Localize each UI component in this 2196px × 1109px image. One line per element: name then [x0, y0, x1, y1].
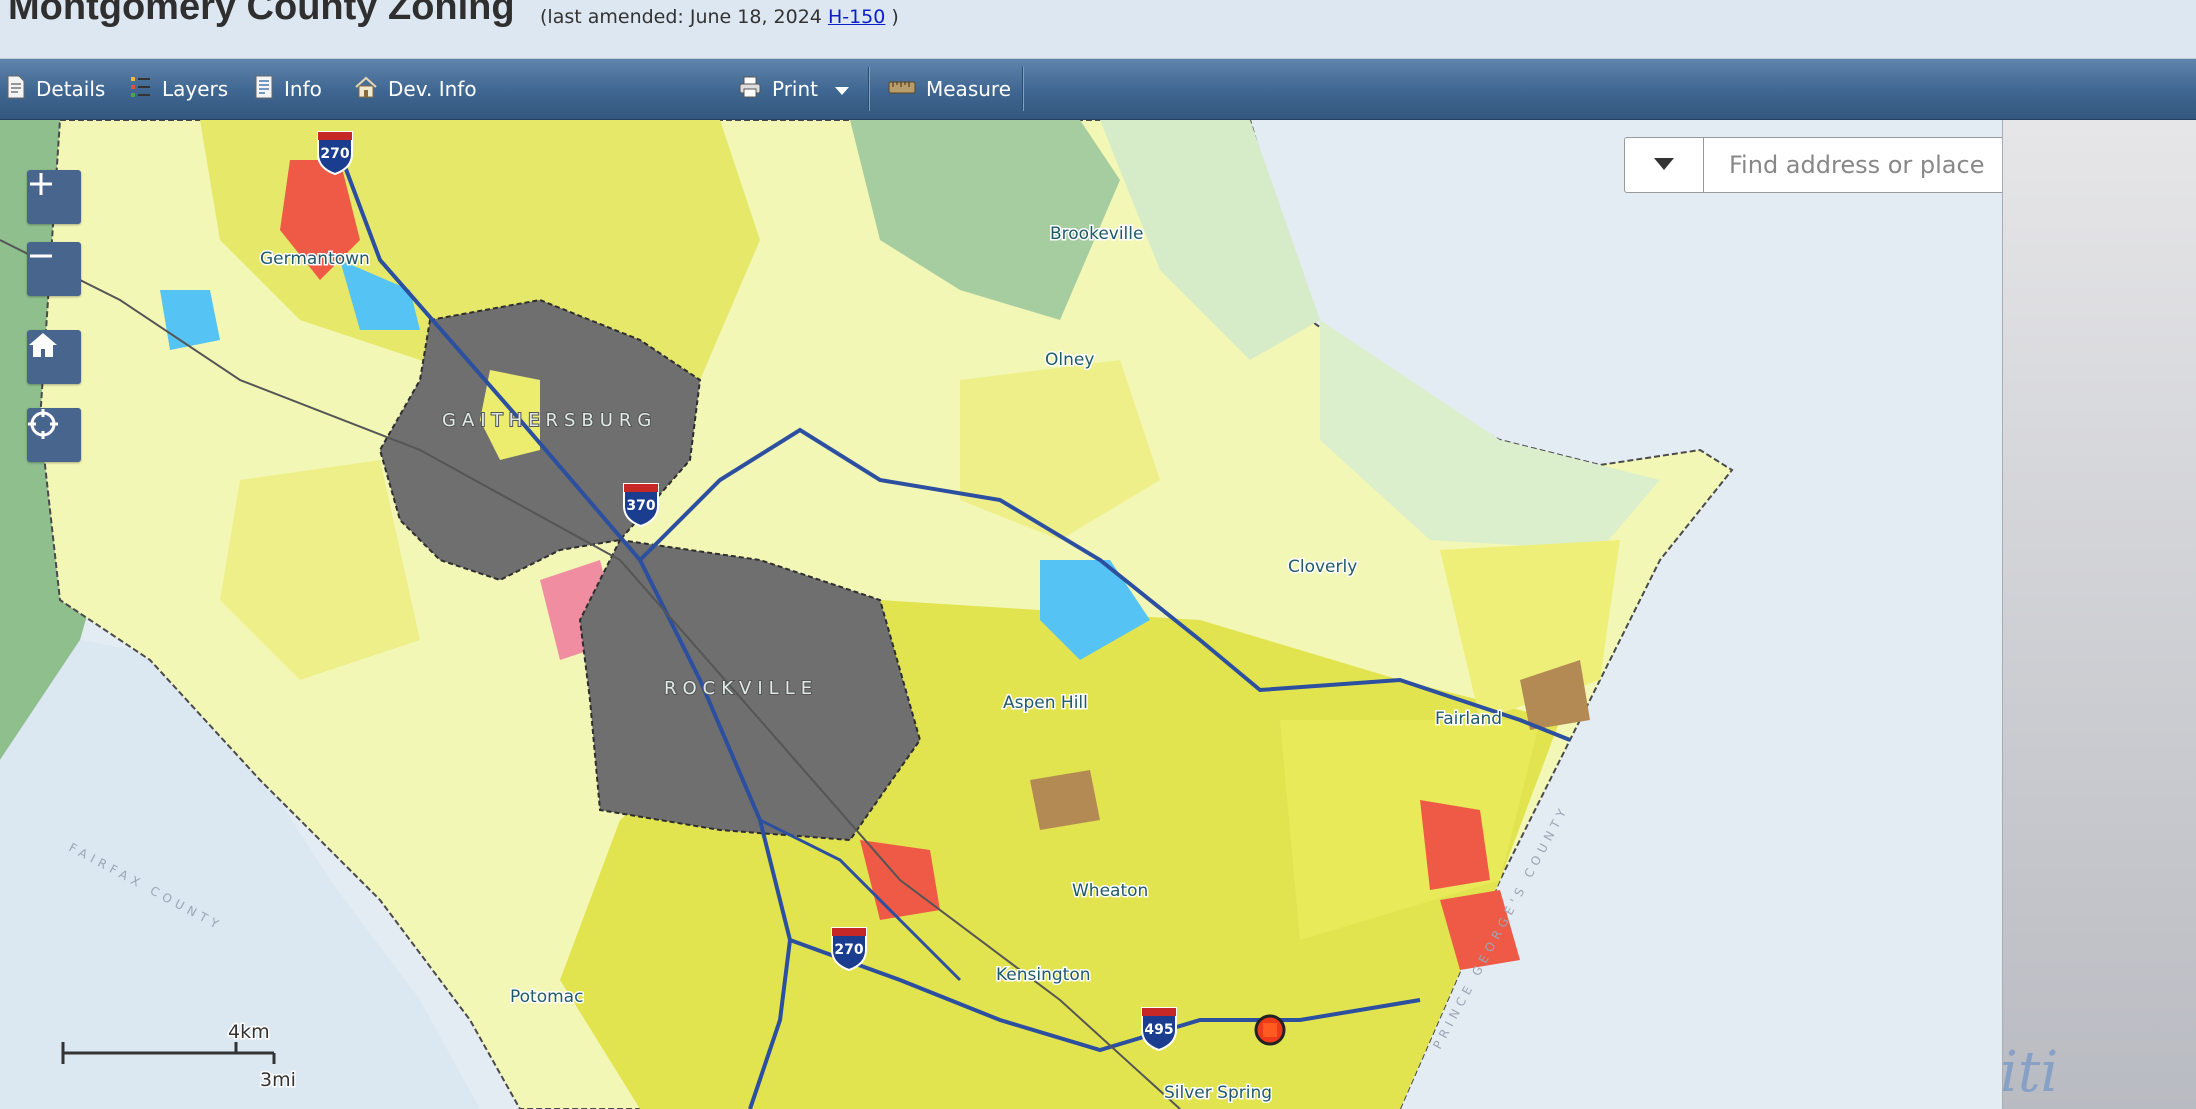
i370-label: 370 — [626, 498, 655, 514]
toolbar: Details Layers Info Dev. Info Print Meas… — [0, 59, 2196, 120]
measure-button[interactable]: Measure — [888, 71, 1011, 107]
interstate-shield-icon: 495 — [1141, 1007, 1177, 1052]
amendment-close: ) — [891, 6, 899, 28]
map-view[interactable]: 270 370 270 495 Brookeville Germantown O… — [0, 120, 2002, 1109]
side-panel — [2002, 120, 2196, 1109]
layers-label: Layers — [162, 77, 229, 101]
place-label-silver-spring: Silver Spring — [1164, 1083, 1272, 1103]
place-label-potomac: Potomac — [510, 987, 583, 1007]
zoning-map[interactable]: 270 370 270 495 Brookeville Germantown O… — [0, 120, 2002, 1109]
amendment-link[interactable]: H-150 — [828, 6, 885, 28]
interstate-shield-icon: 270 — [831, 927, 867, 972]
chevron-down-icon — [834, 77, 850, 101]
print-button[interactable]: Print — [738, 71, 850, 107]
place-label-germantown: Germantown — [260, 249, 370, 269]
amendment-date: (last amended: June 18, 2024 — [540, 6, 822, 28]
location-marker-icon[interactable] — [1254, 1014, 1286, 1046]
place-label-aspen-hill: Aspen Hill — [1003, 693, 1088, 713]
place-label-cloverly: Cloverly — [1288, 557, 1357, 577]
ruler-icon — [888, 77, 916, 102]
dev-info-label: Dev. Info — [388, 77, 477, 101]
print-label: Print — [772, 77, 819, 101]
toolbar-divider — [868, 67, 870, 111]
house-icon — [354, 75, 378, 104]
details-label: Details — [36, 77, 106, 101]
chevron-down-icon — [1653, 156, 1675, 175]
interstate-shield-icon: 270 — [317, 131, 353, 176]
zoom-out-button[interactable] — [27, 242, 81, 296]
layers-button[interactable]: Layers — [130, 71, 228, 107]
city-label-rockville: ROCKVILLE — [664, 678, 818, 699]
brown-zone — [1030, 770, 1100, 830]
home-button[interactable] — [27, 330, 81, 384]
printer-icon — [738, 75, 762, 104]
commercial-zone — [1420, 800, 1490, 890]
scale-mi-label: 3mi — [260, 1069, 296, 1091]
scale-km-label: 4km — [228, 1021, 270, 1043]
place-label-kensington: Kensington — [996, 965, 1091, 985]
blue-zone — [160, 290, 220, 350]
i495-label: 495 — [1144, 1022, 1173, 1038]
info-doc-icon — [254, 75, 274, 104]
layers-list-icon — [130, 75, 152, 104]
info-label: Info — [284, 77, 322, 101]
toolbar-divider — [1022, 67, 1024, 111]
page-title: Montgomery County Zoning — [8, 0, 515, 28]
place-label-fairland: Fairland — [1435, 709, 1502, 729]
zoom-in-button[interactable] — [27, 170, 81, 224]
details-button[interactable]: Details — [6, 71, 105, 107]
measure-label: Measure — [926, 77, 1011, 101]
interstate-shield-icon: 370 — [623, 483, 659, 528]
dev-info-button[interactable]: Dev. Info — [354, 71, 477, 107]
info-button[interactable]: Info — [254, 71, 322, 107]
title-bar: Montgomery County Zoning (last amended: … — [0, 0, 2196, 59]
locate-button[interactable] — [27, 408, 81, 462]
search-source-dropdown[interactable] — [1625, 138, 1704, 192]
amendment-note: (last amended: June 18, 2024 H-150 ) — [540, 6, 899, 28]
i270-north-label: 270 — [320, 146, 349, 162]
place-label-olney: Olney — [1045, 350, 1094, 370]
place-label-wheaton: Wheaton — [1072, 881, 1148, 901]
logo-watermark: iti — [2000, 1040, 2059, 1105]
place-label-brookeville: Brookeville — [1050, 224, 1143, 244]
document-icon — [6, 75, 26, 104]
i270-south-label: 270 — [834, 942, 863, 958]
city-label-gaithersburg: GAITHERSBURG — [442, 410, 657, 431]
